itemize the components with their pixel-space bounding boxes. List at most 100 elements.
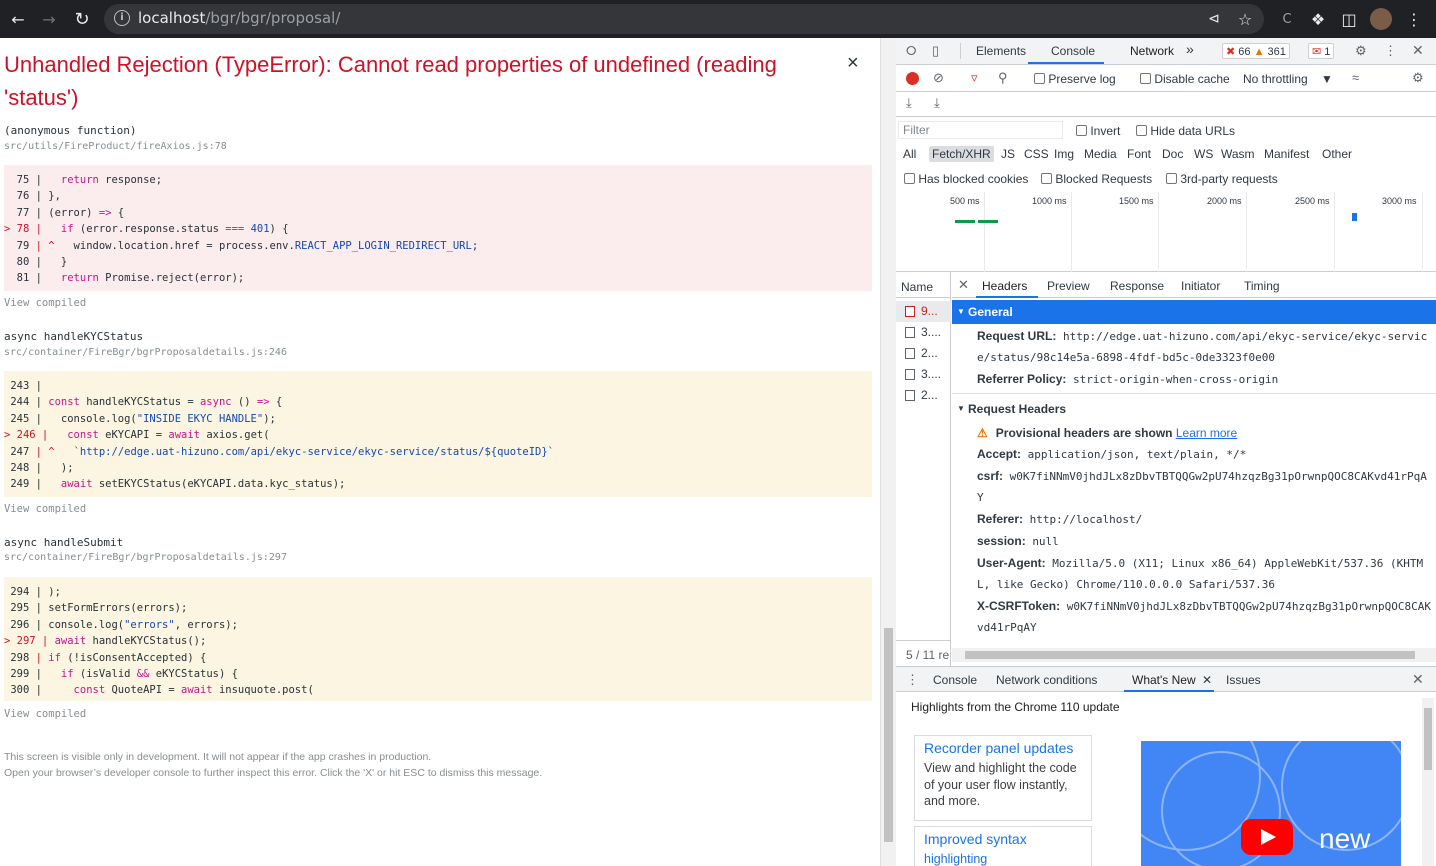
side-panel-icon[interactable]: ◫: [1337, 7, 1361, 31]
drawer-menu-icon[interactable]: ⋮: [906, 672, 919, 688]
reload-icon[interactable]: ↻: [70, 7, 94, 31]
filter-type-css[interactable]: CSS: [1024, 147, 1049, 161]
whats-new-video-thumbnail[interactable]: new: [1141, 741, 1401, 866]
learn-more-link[interactable]: Learn more: [1176, 426, 1237, 440]
filter-type-ws[interactable]: WS: [1194, 147, 1213, 161]
record-icon[interactable]: [906, 72, 919, 85]
back-icon[interactable]: ←: [6, 7, 30, 31]
network-settings-icon[interactable]: ⚙: [1412, 70, 1424, 86]
tab-timing[interactable]: Timing: [1244, 279, 1280, 293]
tab-headers[interactable]: Headers: [982, 279, 1027, 293]
tab-network[interactable]: Network: [1130, 44, 1174, 58]
tab-initiator[interactable]: Initiator: [1181, 279, 1220, 293]
filter-type-manifest[interactable]: Manifest: [1264, 147, 1309, 161]
network-toolbar-2: ⤓ ⤓: [896, 92, 1436, 117]
extension-icon[interactable]: C: [1275, 7, 1299, 31]
filter-input[interactable]: Filter: [898, 121, 1063, 139]
filter-type-all[interactable]: All: [903, 147, 916, 161]
filter-type-wasm[interactable]: Wasm: [1221, 147, 1255, 161]
page-scrollbar-thumb[interactable]: [884, 628, 893, 842]
close-detail-icon[interactable]: ✕: [958, 277, 969, 293]
address-bar[interactable]: i localhost/bgr/bgr/proposal/ ⊲ ☆: [104, 4, 1264, 34]
filter-type-other[interactable]: Other: [1322, 147, 1352, 161]
device-toolbar-icon[interactable]: ▯: [932, 43, 939, 59]
detail-horizontal-scrollbar[interactable]: [952, 648, 1436, 662]
whats-new-card[interactable]: Improved syntax highlighting: [914, 826, 1092, 866]
request-row[interactable]: 3....: [896, 364, 951, 385]
extensions-puzzle-icon[interactable]: ❖: [1306, 7, 1330, 31]
general-section-header[interactable]: ▼ General: [952, 300, 1436, 324]
more-tabs-icon[interactable]: »: [1186, 41, 1194, 57]
youtube-play-icon[interactable]: [1241, 819, 1293, 855]
tab-console[interactable]: Console: [1051, 44, 1095, 58]
filter-icon[interactable]: ▿: [971, 70, 978, 86]
settings-gear-icon[interactable]: ⚙: [1355, 43, 1367, 59]
horizontal-scrollbar-thumb[interactable]: [965, 651, 1415, 659]
disable-cache-checkbox[interactable]: [1140, 73, 1151, 84]
page-scrollbar[interactable]: [880, 38, 896, 866]
error-count-badge[interactable]: ✖ 66 ▲ 361: [1222, 43, 1290, 59]
bookmark-star-icon[interactable]: ☆: [1233, 7, 1257, 31]
filter-type-fetch-xhr[interactable]: Fetch/XHR: [929, 146, 994, 162]
whats-new-card[interactable]: Recorder panel updates View and highligh…: [914, 735, 1092, 821]
browser-menu-icon[interactable]: ⋮: [1402, 7, 1426, 31]
network-timeline[interactable]: 500 ms 1000 ms 1500 ms 2000 ms 2500 ms 3…: [896, 192, 1436, 272]
blocked-requests-checkbox[interactable]: [1041, 173, 1052, 184]
devtools-menu-icon[interactable]: ⋮: [1384, 43, 1397, 59]
invert-checkbox[interactable]: [1076, 125, 1087, 136]
site-info-icon[interactable]: i: [114, 10, 130, 26]
has-blocked-cookies-checkbox[interactable]: [904, 173, 915, 184]
view-compiled-link[interactable]: View compiled: [4, 503, 86, 515]
request-row[interactable]: 9...: [896, 301, 951, 322]
frame-file[interactable]: src/container/FireBgr/bgrProposaldetails…: [4, 347, 287, 358]
code-line: 298 | if (!isConsentAccepted) {: [4, 651, 207, 664]
drawer-tab-console[interactable]: Console: [933, 673, 977, 687]
forward-icon[interactable]: →: [37, 7, 61, 31]
close-drawer-icon[interactable]: ✕: [1412, 671, 1424, 688]
header-row: User-Agent: Mozilla/5.0 (X11; Linux x86_…: [977, 556, 1424, 591]
drawer-scrollbar-thumb[interactable]: [1424, 708, 1432, 770]
filter-type-js[interactable]: JS: [1001, 147, 1015, 161]
request-row[interactable]: 2...: [896, 343, 951, 364]
drawer-tab-whats-new[interactable]: What's New: [1132, 673, 1196, 687]
drawer-tab-issues[interactable]: Issues: [1226, 673, 1261, 687]
close-overlay-button[interactable]: ×: [847, 52, 859, 75]
hide-data-urls-checkbox[interactable]: [1136, 125, 1147, 136]
close-devtools-icon[interactable]: ✕: [1412, 42, 1424, 59]
name-column-header[interactable]: Name: [896, 272, 951, 298]
filter-type-doc[interactable]: Doc: [1162, 147, 1183, 161]
card-title[interactable]: Improved syntax: [915, 827, 1091, 847]
request-row[interactable]: 3....: [896, 322, 951, 343]
close-whats-new-icon[interactable]: ✕: [1202, 673, 1212, 687]
view-compiled-link[interactable]: View compiled: [4, 708, 86, 720]
drawer-scrollbar[interactable]: [1422, 698, 1434, 866]
view-compiled-link[interactable]: View compiled: [4, 297, 86, 309]
throttling-select[interactable]: No throttling ▼: [1243, 72, 1333, 86]
request-headers-section-header[interactable]: ▼ Request Headers: [952, 397, 1436, 421]
frame-function: (anonymous function): [4, 124, 137, 137]
request-row[interactable]: 2...: [896, 385, 951, 406]
frame-function: async handleKYCStatus: [4, 330, 144, 343]
search-icon[interactable]: ⚲: [998, 70, 1008, 86]
third-party-checkbox[interactable]: [1166, 173, 1177, 184]
import-har-icon[interactable]: ⤓: [906, 95, 912, 111]
filter-type-img[interactable]: Img: [1054, 147, 1074, 161]
issues-badge[interactable]: ✉ 1: [1308, 43, 1335, 59]
tab-elements[interactable]: Elements: [976, 44, 1026, 58]
frame-file[interactable]: src/container/FireBgr/bgrProposaldetails…: [4, 552, 287, 563]
filter-type-font[interactable]: Font: [1127, 147, 1151, 161]
clear-icon[interactable]: ⊘: [933, 70, 944, 86]
filter-type-media[interactable]: Media: [1084, 147, 1117, 161]
frame-file[interactable]: src/utils/FireProduct/fireAxios.js:78: [4, 141, 227, 152]
card-title[interactable]: Recorder panel updates: [915, 736, 1091, 756]
tab-response[interactable]: Response: [1110, 279, 1164, 293]
drawer-tab-network-conditions[interactable]: Network conditions: [996, 673, 1097, 687]
export-har-icon[interactable]: ⤓: [934, 95, 940, 111]
preserve-log-label: Preserve log: [1048, 72, 1116, 86]
inspect-element-icon[interactable]: ⭘: [906, 43, 916, 59]
tab-preview[interactable]: Preview: [1047, 279, 1090, 293]
profile-avatar[interactable]: [1370, 8, 1392, 30]
network-conditions-icon[interactable]: ≈: [1352, 70, 1359, 85]
preserve-log-checkbox[interactable]: [1034, 73, 1045, 84]
share-icon[interactable]: ⊲: [1202, 7, 1226, 31]
